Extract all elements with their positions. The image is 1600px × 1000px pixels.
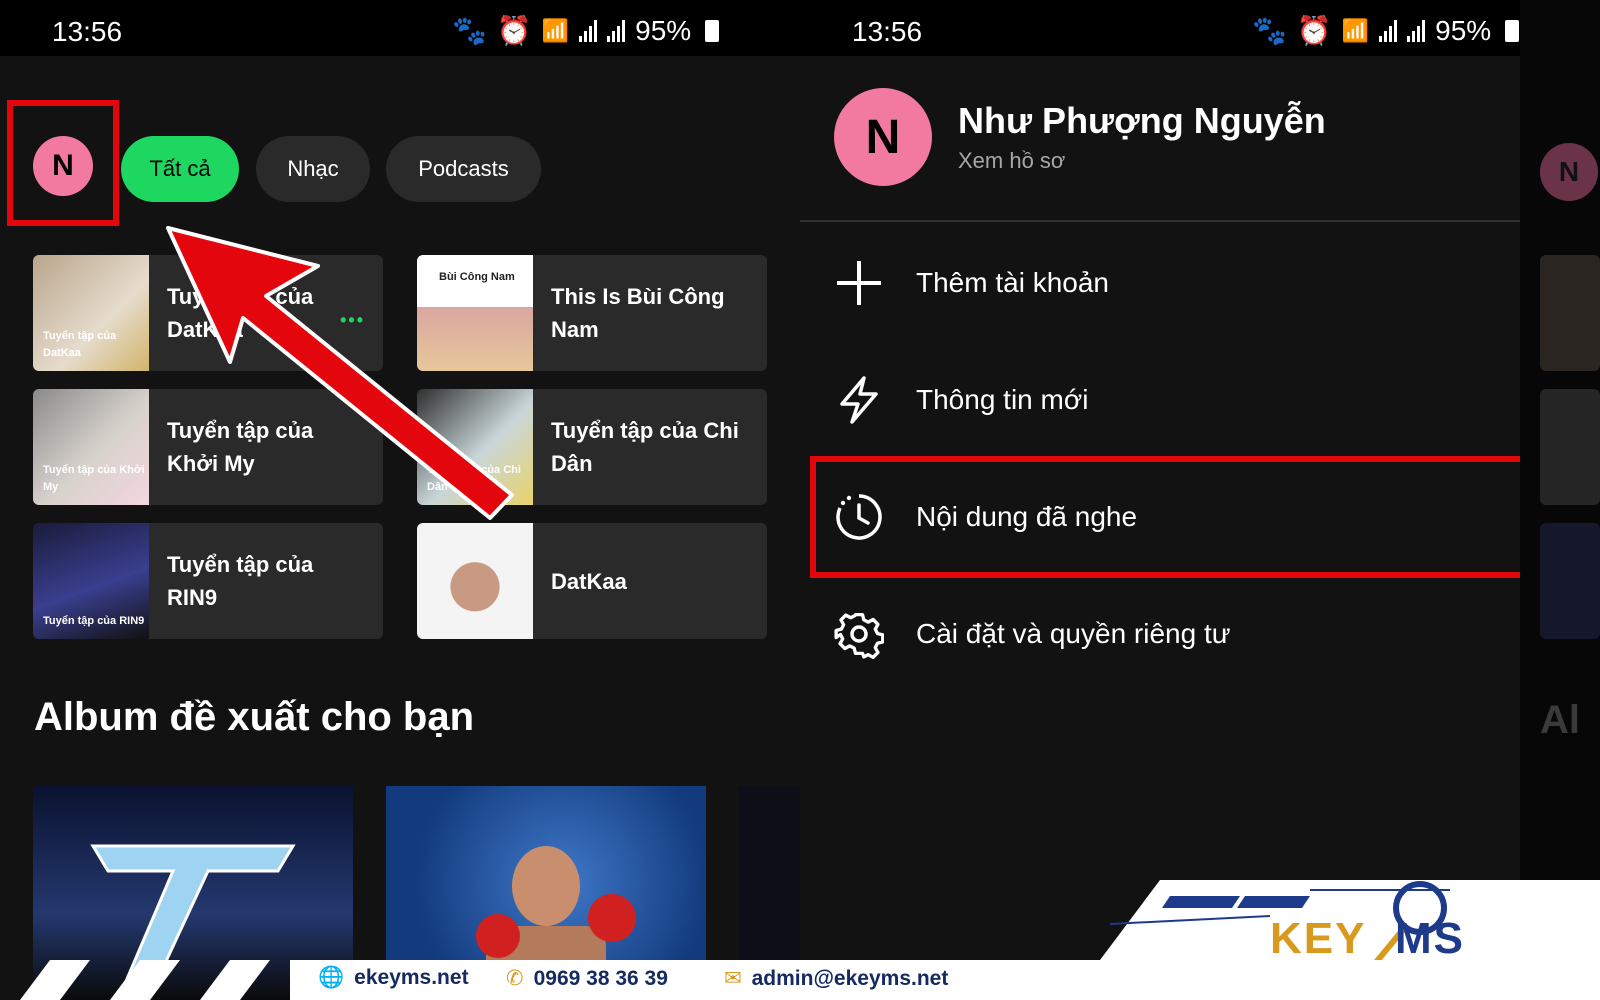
plus-icon [837,261,881,305]
dimmed-home-preview: N Al [1520,0,1600,1000]
status-bar: 13:56 🐾 ⏰ 📶 95% [800,0,1600,56]
wifi-icon: 📶 [1341,17,1370,43]
preview-heading: Al [1540,698,1580,742]
menu-item-label: Thêm tài khoản [916,267,1109,298]
menu-item-whats-new[interactable]: Thông tin mới [800,360,1520,440]
preview-card [1540,255,1600,371]
globe-icon: 🌐 [318,966,345,989]
preview-card [1540,523,1600,639]
profile-avatar-large[interactable]: N [834,88,932,186]
paw-icon: 🐾 [1252,15,1287,46]
brand-logo: KEY MS [1270,914,1465,963]
signal-icon [1379,19,1398,42]
footer-stripes [20,960,270,1000]
battery-icon [1505,19,1520,42]
menu-item-label: Cài đặt và quyền riêng tư [916,618,1231,649]
profile-name[interactable]: Như Phượng Nguyễn [958,100,1326,142]
section-title: Album đề xuất cho bạn [34,695,475,739]
alarm-icon: ⏰ [1296,15,1332,46]
footer-phone[interactable]: ✆ 0969 38 36 39 [506,966,668,991]
menu-item-label: Thông tin mới [916,384,1089,415]
home-screen: 13:56 🐾 ⏰ 📶 95% N Tất cả Nhạc Podcasts T… [0,0,800,1000]
status-icons: 🐾 ⏰ 📶 95% [1252,14,1520,47]
menu-item-settings-privacy[interactable]: Cài đặt và quyền riêng tư [800,594,1520,674]
footer-website[interactable]: 🌐 ekeyms.net [318,966,469,990]
email-text: admin@ekeyms.net [751,966,949,990]
menu-item-add-account[interactable]: Thêm tài khoản [800,243,1520,323]
preview-card [1540,389,1600,505]
divider [800,220,1520,222]
view-profile-link[interactable]: Xem hồ sơ [958,148,1065,174]
highlight-history-box [810,456,1526,578]
footer-email[interactable]: ✉ admin@ekeyms.net [724,966,948,991]
battery-text: 95% [1435,14,1492,46]
signal-icon [1407,19,1426,42]
website-text: ekeyms.net [354,966,469,989]
lightning-icon [840,376,878,424]
preview-avatar: N [1540,143,1598,201]
phone-icon: ✆ [506,967,524,990]
phone-text: 0969 38 36 39 [533,966,668,990]
footer-contact-bar: 🌐 ekeyms.net ✆ 0969 38 36 39 ✉ admin@eke… [0,960,1600,1000]
gear-icon [834,612,884,659]
mail-icon: ✉ [724,967,742,990]
account-menu-screen: 13:56 🐾 ⏰ 📶 95% N Như Phượng Nguyễn Xem … [800,0,1600,1000]
status-time: 13:56 [852,16,923,47]
